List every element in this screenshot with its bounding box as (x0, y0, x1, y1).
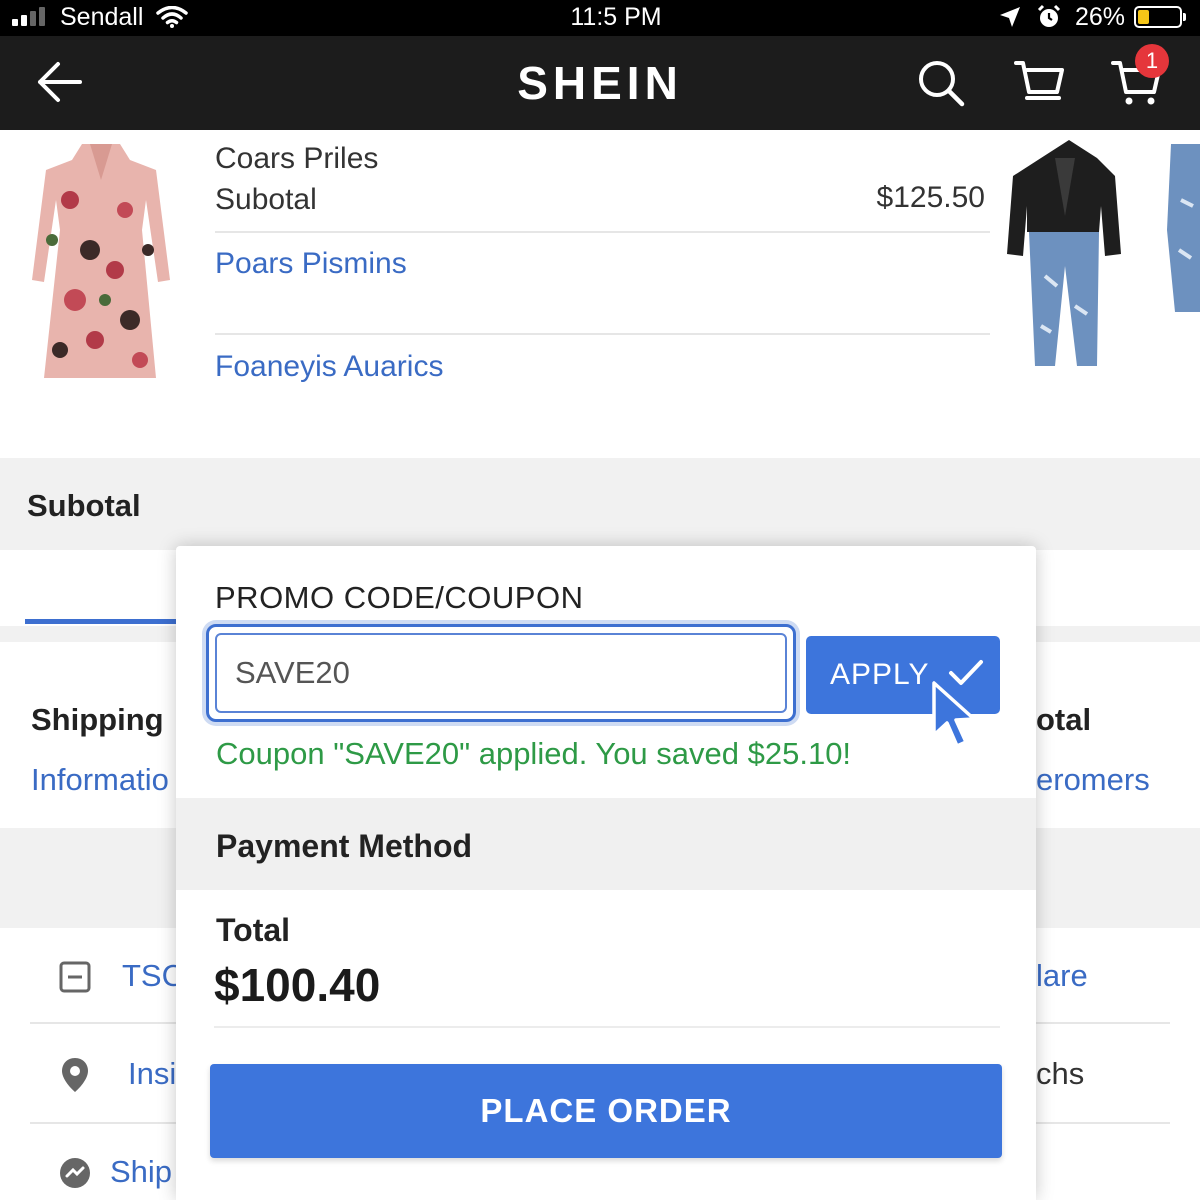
row-label-ship[interactable]: Ship (110, 1154, 172, 1190)
alarm-icon (1037, 4, 1061, 27)
subtotal-value: $125.50 (876, 181, 985, 214)
divider (215, 231, 990, 233)
coupon-success-message: Coupon "SAVE20" applied. You saved $25.1… (216, 736, 852, 771)
promo-input-focus-ring (206, 624, 796, 722)
product-title: Coars Priles (215, 142, 379, 175)
place-order-button[interactable]: PLACE ORDER (210, 1064, 1002, 1158)
battery-level (1138, 10, 1150, 24)
mouse-pointer-icon (932, 681, 976, 748)
total-heading-partial: otal (1036, 702, 1092, 737)
receipt-icon (59, 961, 91, 993)
jeans-image[interactable] (1163, 140, 1200, 316)
payment-method-label: Payment Method (216, 828, 473, 864)
battery-icon (1134, 6, 1186, 28)
cart-link-2[interactable]: Foaneyis Auarics (215, 350, 443, 384)
cart-icon[interactable] (1013, 58, 1065, 108)
order-total-label: Total (216, 912, 291, 948)
search-icon[interactable] (916, 58, 966, 108)
promo-code-label: PROMO CODE/COUPON (215, 580, 584, 615)
location-pin-icon (62, 1058, 88, 1092)
cart-count-badge: 1 (1135, 44, 1169, 78)
shipping-info-link[interactable]: Informatio (31, 762, 169, 798)
location-arrow-icon (1000, 7, 1020, 27)
customers-link-partial[interactable]: eromers (1036, 762, 1150, 798)
divider (215, 333, 990, 335)
order-total-value: $100.40 (214, 959, 381, 1011)
row-right-text-1[interactable]: lare (1036, 958, 1088, 994)
row-right-text-2: chs (1036, 1056, 1085, 1091)
divider (214, 1026, 1000, 1028)
promo-checkout-sheet: PROMO CODE/COUPON APPLY Coupon "SAVE20" … (176, 546, 1036, 1200)
floral-dress-image[interactable] (30, 140, 172, 384)
jacket-jeans-image[interactable] (1005, 136, 1123, 370)
summary-title: Subotal (27, 488, 141, 523)
top-nav-bar: SHEIN 1 (0, 36, 1200, 130)
shipping-heading: Shipping (31, 702, 164, 737)
cart-link-1[interactable]: Poars Pismins (215, 247, 407, 281)
row-label-tsc[interactable]: TSC (122, 958, 184, 994)
row-label-insi[interactable]: Insi (128, 1056, 176, 1092)
subtotal-label: Subotal (215, 183, 317, 216)
status-bar: Sendall 11:5 PM 26% (0, 0, 1200, 36)
battery-percent: 26% (1075, 3, 1126, 31)
active-tab-indicator (25, 619, 177, 624)
promo-code-input[interactable] (215, 633, 787, 713)
summary-band (0, 458, 1200, 550)
shipping-status-icon (60, 1158, 90, 1188)
